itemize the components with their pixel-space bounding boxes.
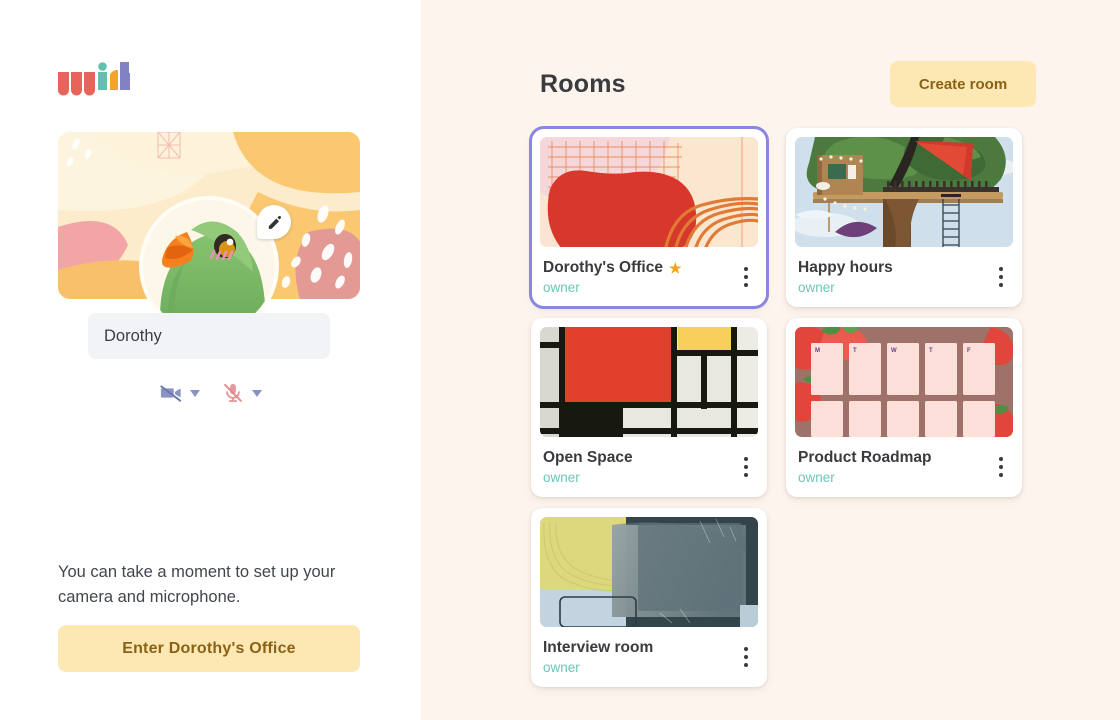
- room-meta: Interview room owner: [531, 627, 767, 687]
- room-title: Open Space: [543, 448, 755, 467]
- room-card-open-space[interactable]: Open Space owner: [531, 318, 767, 497]
- room-card-dorothys-office[interactable]: Dorothy's Office ★ owner: [529, 126, 769, 309]
- setup-panel: You can take a moment to set up your cam…: [0, 0, 421, 720]
- camera-toggle[interactable]: [159, 382, 200, 404]
- pencil-icon: [268, 215, 281, 229]
- microphone-dropdown-caret[interactable]: [251, 389, 262, 397]
- with-logo[interactable]: [58, 62, 137, 98]
- mondrian-art: [540, 327, 758, 437]
- office-desk-art: [540, 517, 758, 627]
- create-room-button[interactable]: Create room: [890, 61, 1036, 107]
- media-controls: [0, 382, 421, 404]
- rooms-grid: Dorothy's Office ★ owner Happy hours own…: [529, 126, 1047, 687]
- grid-decor: [157, 132, 181, 159]
- enter-room-button[interactable]: Enter Dorothy's Office: [58, 625, 360, 672]
- abstract-red-grid-art: [540, 137, 758, 247]
- logo-glyph-w: [58, 72, 95, 96]
- star-icon: ★: [668, 259, 682, 276]
- logo-glyph-i: [98, 62, 107, 90]
- microphone-toggle[interactable]: [222, 382, 262, 404]
- svg-text:F: F: [967, 348, 971, 354]
- logo-glyph-t: [110, 69, 118, 90]
- calendar-cells: [811, 343, 995, 437]
- app-root: You can take a moment to set up your cam…: [0, 0, 1120, 720]
- display-name-input[interactable]: [88, 313, 330, 359]
- weekly-calendar-art: M T W T F: [795, 327, 1013, 437]
- video-camera-off-icon: [159, 385, 181, 402]
- room-title-text: Happy hours: [798, 259, 893, 276]
- room-role: owner: [543, 470, 580, 485]
- room-title-text: Open Space: [543, 449, 633, 466]
- room-card-product-roadmap[interactable]: M T W T F Product Roadmap owner: [786, 318, 1022, 497]
- room-meta: Open Space owner: [531, 437, 767, 497]
- room-title-text: Dorothy's Office: [543, 259, 663, 276]
- room-thumbnail: [540, 517, 758, 627]
- microphone-off-icon: [223, 383, 242, 403]
- svg-text:M: M: [815, 348, 820, 354]
- room-card-happy-hours[interactable]: Happy hours owner: [786, 128, 1022, 307]
- kebab-menu-icon[interactable]: [735, 262, 757, 292]
- edit-avatar-button[interactable]: [257, 205, 291, 239]
- camera-dropdown-caret[interactable]: [189, 389, 200, 397]
- room-thumbnail: [540, 137, 758, 247]
- room-role: owner: [798, 470, 835, 485]
- room-role: owner: [798, 280, 835, 295]
- room-meta: Dorothy's Office ★ owner: [531, 247, 767, 307]
- room-title-text: Interview room: [543, 639, 654, 656]
- setup-helper-text: You can take a moment to set up your cam…: [58, 563, 336, 606]
- kebab-menu-icon[interactable]: [735, 642, 757, 672]
- room-role: owner: [543, 660, 580, 675]
- room-thumbnail: [540, 327, 758, 437]
- kebab-menu-icon[interactable]: [990, 262, 1012, 292]
- railing-posts: [887, 181, 988, 189]
- room-thumbnail: [795, 137, 1013, 247]
- room-title: Happy hours: [798, 258, 1010, 277]
- svg-text:W: W: [891, 348, 897, 354]
- page-title: Rooms: [540, 69, 626, 98]
- treehouse-art: [795, 137, 1013, 247]
- room-title: Interview room: [543, 638, 755, 657]
- room-title: Product Roadmap: [798, 448, 1010, 467]
- room-meta: Product Roadmap owner: [786, 437, 1022, 497]
- room-meta: Happy hours owner: [786, 247, 1022, 307]
- room-role: owner: [543, 280, 580, 295]
- rooms-panel: Rooms Create room Dorothy's Office ★ own…: [421, 0, 1120, 720]
- kebab-menu-icon[interactable]: [735, 452, 757, 482]
- kebab-menu-icon[interactable]: [990, 452, 1012, 482]
- room-card-interview-room[interactable]: Interview room owner: [531, 508, 767, 687]
- logo-glyph-h: [120, 62, 137, 90]
- svg-text:T: T: [929, 348, 933, 354]
- room-title-text: Product Roadmap: [798, 449, 932, 466]
- room-title: Dorothy's Office ★: [543, 258, 755, 277]
- svg-text:T: T: [853, 348, 857, 354]
- rooms-header: Rooms Create room: [540, 61, 1036, 107]
- room-thumbnail: M T W T F: [795, 327, 1013, 437]
